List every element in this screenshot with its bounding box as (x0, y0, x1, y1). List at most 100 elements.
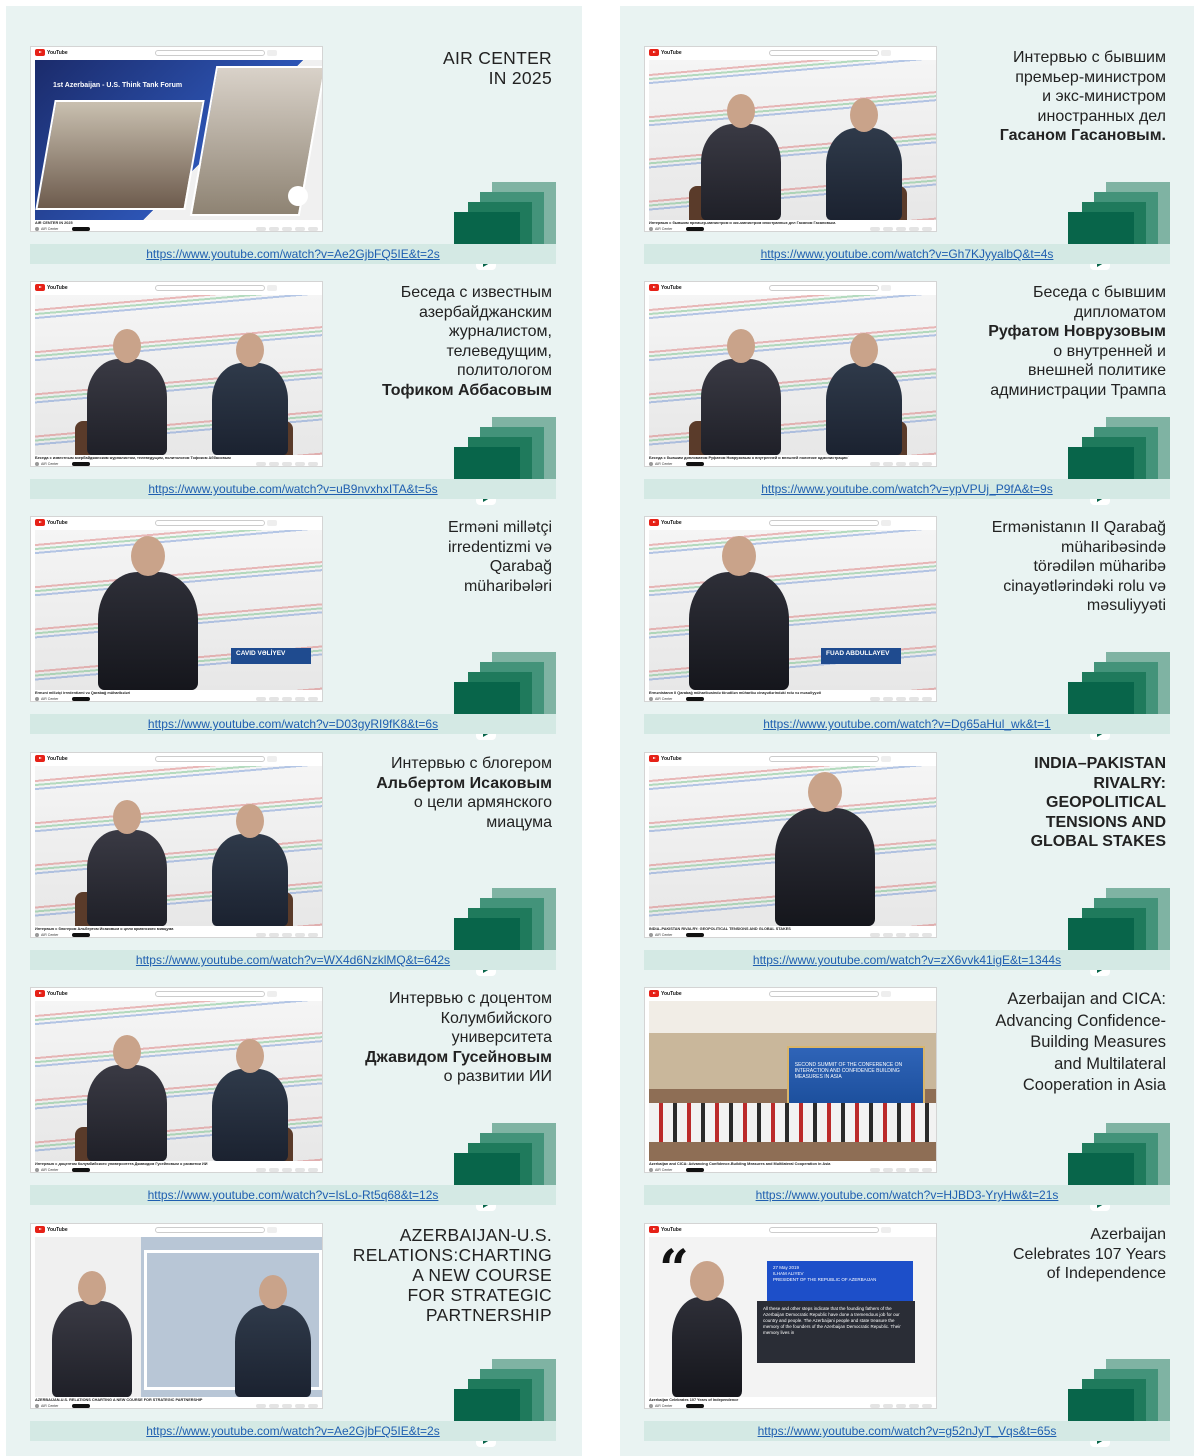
video-link[interactable]: https://www.youtube.com/watch?v=Ae2GjbFQ… (146, 247, 439, 261)
video-thumbnail[interactable]: YouTube SECOND SUMMIT OF THE CONFERENCE … (644, 987, 937, 1173)
title-text: Беседа с известным азербайджанским журна… (400, 284, 552, 379)
video-link[interactable]: https://www.youtube.com/watch?v=IsLo-Rt5… (148, 1188, 439, 1202)
avatar (35, 462, 39, 466)
channel-row: AIR Center (35, 1168, 91, 1172)
search-icon (881, 50, 891, 56)
cursor-dot (288, 186, 308, 206)
name-tag: CAVID VƏLİYEV (231, 648, 311, 664)
video-card: YouTube Интервью с доцентом Колумбийског… (30, 987, 556, 1211)
video-thumbnail[interactable]: YouTube 1st Azerbaijan - U.S. Think Tank… (30, 46, 323, 232)
speaker (98, 536, 199, 690)
avatar (649, 1168, 653, 1172)
video-link[interactable]: https://www.youtube.com/watch?v=zX6vvk41… (753, 953, 1061, 967)
video-caption: Беседа с известным азербайджанским журна… (35, 456, 231, 460)
search-input (769, 285, 879, 291)
avatar (649, 227, 653, 231)
title-text: Беседа с бывшим дипломатом (1032, 284, 1166, 321)
avatar (35, 1404, 39, 1408)
channel-name: AIR Center (655, 933, 673, 937)
search-input (155, 756, 265, 762)
video-link[interactable]: https://www.youtube.com/watch?v=ypVPUj_P… (761, 482, 1052, 496)
video-thumbnail[interactable]: YouTube FUAD ABDULLAYEV Ermənistanın II … (644, 516, 937, 702)
youtube-wordmark: YouTube (661, 284, 682, 291)
youtube-header: YouTube (645, 47, 936, 58)
video-title: INDIA–PAKISTAN RIVALRY: GEOPOLITICAL TEN… (1030, 755, 1166, 850)
link-bar: https://www.youtube.com/watch?v=ypVPUj_P… (644, 479, 1170, 499)
subscribe-button (72, 933, 91, 937)
video-card: YouTube 1st Azerbaijan - U.S. Think Tank… (30, 46, 556, 270)
video-thumbnail[interactable]: YouTube “ 27 May 2019 ILHAM ALIYEV PRESI… (644, 1223, 937, 1409)
video-thumbnail[interactable]: YouTube Интервью с блогером Альбертом Ис… (30, 752, 323, 938)
search-input (155, 285, 265, 291)
video-link[interactable]: https://www.youtube.com/watch?v=Ae2GjbFQ… (146, 1424, 439, 1438)
name-tag: FUAD ABDULLAYEV (821, 648, 901, 664)
video-thumbnail[interactable]: YouTube Интервью с бывшим премьер-минист… (644, 46, 937, 232)
video-card: YouTube CAVID VƏLİYEV Erməni millətçi ir… (30, 516, 556, 740)
video-title: Интервью с бывшим премьер-министром и эк… (942, 48, 1166, 146)
action-buttons (870, 697, 932, 701)
channel-name: AIR Center (41, 1404, 59, 1408)
video-link[interactable]: https://www.youtube.com/watch?v=D03gyRI9… (148, 717, 438, 731)
title-text: Интервью с доцентом Колумбийского универ… (388, 990, 552, 1046)
search-input (155, 1227, 265, 1233)
video-link[interactable]: https://www.youtube.com/watch?v=WX4d6Nzk… (136, 953, 450, 967)
action-buttons (870, 1404, 932, 1408)
subscribe-button (686, 697, 705, 701)
video-thumbnail[interactable]: YouTube Беседа с известным азербайджанск… (30, 281, 323, 467)
youtube-header: YouTube (645, 753, 936, 764)
youtube-header: YouTube (645, 517, 936, 528)
youtube-wordmark: YouTube (661, 755, 682, 762)
interviewer (825, 333, 902, 455)
video-title: Интервью с блогером Альбертом Исаковым о… (328, 754, 552, 832)
youtube-header: YouTube (31, 47, 322, 58)
video-link[interactable]: https://www.youtube.com/watch?v=Gh7KJyya… (761, 247, 1054, 261)
video-caption: Интервью с блогером Альбертом Исаковым о… (35, 927, 174, 931)
video-thumbnail[interactable]: YouTube Беседа с бывшим дипломатом Руфат… (644, 281, 937, 467)
summit-banner: SECOND SUMMIT OF THE CONFERENCE ON INTER… (786, 1045, 925, 1110)
guest (211, 804, 288, 926)
interviewer (86, 1035, 167, 1161)
youtube-logo-icon (35, 1226, 45, 1233)
video-link[interactable]: https://www.youtube.com/watch?v=g52nJyT_… (758, 1424, 1057, 1438)
link-bar: https://www.youtube.com/watch?v=HJBD3-Yr… (644, 1185, 1170, 1205)
video-title: Erməni millətçi irredentizmi və Qarabağ … (447, 519, 552, 595)
video-frame (649, 295, 936, 455)
youtube-header: YouTube (31, 988, 322, 999)
name-tag-subtitle (826, 657, 896, 662)
channel-row: AIR Center (649, 227, 705, 231)
video-thumbnail[interactable]: YouTube INDIA–PAKISTAN RIVALRY: GEOPOLIT… (644, 752, 937, 938)
quote-body-panel: All these and other steps indicate that … (757, 1301, 915, 1363)
link-bar: https://www.youtube.com/watch?v=uB9nvxhx… (30, 479, 556, 499)
video-card: YouTube AZERBAIJAN-U.S. RELATIONS CHARTI… (30, 1223, 556, 1447)
youtube-logo-icon (649, 519, 659, 526)
subscribe-button (686, 1168, 705, 1172)
video-thumbnail[interactable]: YouTube AZERBAIJAN-U.S. RELATIONS CHARTI… (30, 1223, 323, 1409)
video-title: Azerbaijan and CICA: Advancing Confidenc… (995, 990, 1166, 1094)
video-link[interactable]: https://www.youtube.com/watch?v=uB9nvxhx… (148, 482, 437, 496)
interviewer (825, 98, 902, 220)
right-column: YouTube Интервью с бывшим премьер-минист… (620, 6, 1194, 1456)
conference-hall-photo (35, 100, 205, 210)
youtube-wordmark: YouTube (661, 519, 682, 526)
video-link[interactable]: https://www.youtube.com/watch?v=Dg65aHul… (763, 717, 1050, 731)
search-icon (267, 991, 277, 997)
video-thumbnail[interactable]: YouTube CAVID VƏLİYEV Erməni millətçi ir… (30, 516, 323, 702)
youtube-wordmark: YouTube (47, 284, 68, 291)
channel-row: AIR Center (649, 462, 705, 466)
speaker (671, 1261, 742, 1397)
subscribe-button (72, 227, 91, 231)
youtube-logo-icon (649, 49, 659, 56)
channel-row: AIR Center (649, 1168, 705, 1172)
title-name: Джавидом Гусейновым (365, 1048, 552, 1066)
subscribe-button (686, 227, 705, 231)
video-link[interactable]: https://www.youtube.com/watch?v=HJBD3-Yr… (756, 1188, 1059, 1202)
video-thumbnail[interactable]: YouTube Интервью с доцентом Колумбийског… (30, 987, 323, 1173)
action-buttons (256, 462, 318, 466)
action-buttons (870, 462, 932, 466)
channel-row: AIR Center (649, 1404, 705, 1408)
title-name: Альбертом Исаковым (376, 774, 552, 792)
search-icon (267, 285, 277, 291)
guest (211, 1039, 288, 1161)
title-name: Гасаном Гасановым. (999, 127, 1166, 144)
channel-row: AIR Center (35, 462, 91, 466)
